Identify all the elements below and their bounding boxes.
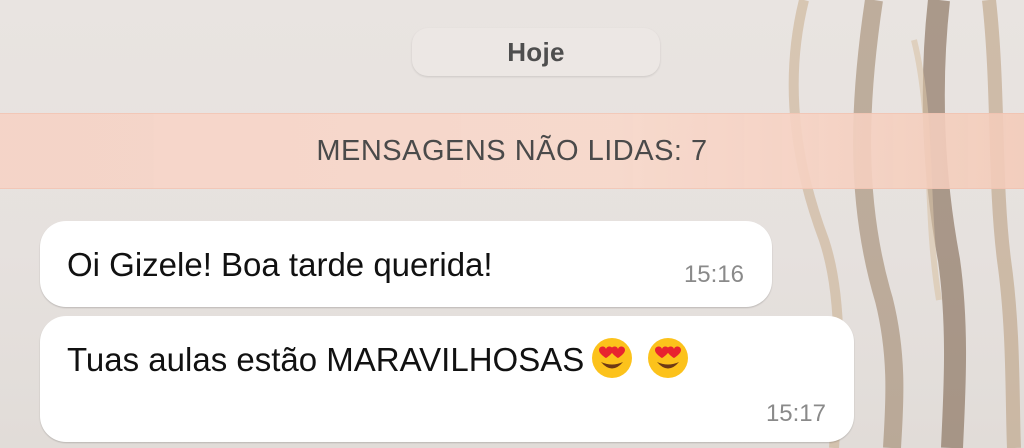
- date-separator: Hoje: [412, 28, 660, 76]
- heart-eyes-emoji-icon: [592, 338, 633, 378]
- date-label: Hoje: [507, 36, 565, 67]
- message-bubble[interactable]: Tuas aulas estão MARAVILHOSAS 15:17: [40, 316, 854, 442]
- unread-messages-label: MENSAGENS NÃO LIDAS: 7: [316, 134, 708, 167]
- message-text: Tuas aulas estão MARAVILHOSAS: [67, 341, 585, 378]
- heart-eyes-emoji-icon: [648, 338, 689, 378]
- message-timestamp: 15:16: [683, 261, 744, 288]
- message-text: Oi Gizele! Boa tarde querida!: [67, 246, 493, 283]
- unread-messages-banner: MENSAGENS NÃO LIDAS: 7: [0, 113, 1024, 189]
- message-text-line: Tuas aulas estão MARAVILHOSAS: [67, 336, 690, 380]
- message-bubble[interactable]: Oi Gizele! Boa tarde querida! 15:16: [40, 221, 772, 307]
- message-timestamp: 15:17: [765, 400, 826, 427]
